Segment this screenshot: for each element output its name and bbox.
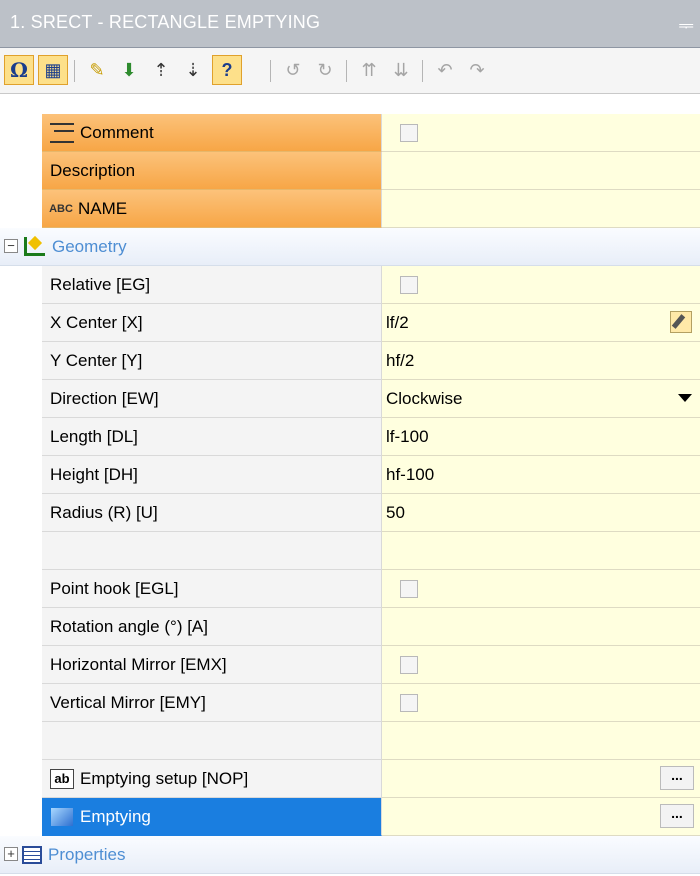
- y-center-field[interactable]: hf/2: [382, 342, 700, 380]
- direction-label: Direction [EW]: [50, 388, 159, 408]
- sort-up-icon[interactable]: ⇈: [354, 55, 384, 85]
- comment-value-cell[interactable]: [382, 114, 700, 152]
- row-vertical-mirror: Vertical Mirror [EMY]: [0, 684, 700, 722]
- length-label: Length [DL]: [50, 426, 138, 446]
- length-field[interactable]: lf-100: [382, 418, 700, 456]
- horizontal-mirror-checkbox[interactable]: [400, 655, 418, 674]
- pin-icon[interactable]: ᆕ: [678, 12, 694, 37]
- emptying-setup-label: Emptying setup [NOP]: [80, 768, 249, 788]
- section-geometry[interactable]: − Geometry: [0, 228, 700, 266]
- expand-icon[interactable]: +: [4, 847, 18, 861]
- x-center-label: X Center [X]: [50, 312, 143, 332]
- new-icon[interactable]: ✎: [82, 55, 112, 85]
- row-point-hook: Point hook [EGL]: [0, 570, 700, 608]
- import-icon[interactable]: ⬇: [114, 55, 144, 85]
- direction-select[interactable]: Clockwise: [382, 380, 700, 418]
- comment-label: Comment: [80, 122, 154, 142]
- y-center-value: hf/2: [386, 350, 415, 370]
- row-name: ABC NAME: [0, 190, 700, 228]
- emptying-setup-browse-button[interactable]: ...: [660, 766, 694, 790]
- rotate-left-icon[interactable]: ↺: [278, 55, 308, 85]
- row-relative: Relative [EG]: [0, 266, 700, 304]
- name-label-cell[interactable]: ABC NAME: [42, 190, 382, 228]
- properties-label: Properties: [48, 844, 126, 864]
- toolbar-separator: [270, 60, 271, 82]
- emptying-label: Emptying: [80, 806, 151, 826]
- radius-field[interactable]: 50: [382, 494, 700, 532]
- toolbar-separator: [74, 60, 75, 82]
- vertical-mirror-label: Vertical Mirror [EMY]: [50, 692, 206, 712]
- row-y-center: Y Center [Y] hf/2: [0, 342, 700, 380]
- radius-label: Radius (R) [U]: [50, 502, 158, 522]
- undo-icon[interactable]: ↶: [430, 55, 460, 85]
- row-x-center: X Center [X] lf/2: [0, 304, 700, 342]
- row-radius: Radius (R) [U] 50: [0, 494, 700, 532]
- row-emptying: Emptying ...: [0, 798, 700, 836]
- toolbar-separator: [422, 60, 423, 82]
- vertical-mirror-checkbox[interactable]: [400, 693, 418, 712]
- window-titlebar: 1. SRECT - RECTANGLE EMPTYING ᆕ: [0, 0, 700, 48]
- rotation-angle-label: Rotation angle (°) [A]: [50, 616, 208, 636]
- row-emptying-setup: ab Emptying setup [NOP] ...: [0, 760, 700, 798]
- height-label: Height [DH]: [50, 464, 138, 484]
- name-label: NAME: [78, 198, 128, 218]
- toolbar: Ω ▦ ✎ ⬇ ⇡ ⇣ ? ↺ ↻ ⇈ ⇊ ↶ ↷: [0, 48, 700, 94]
- spacer-row: [0, 722, 700, 760]
- relative-label: Relative [EG]: [50, 274, 151, 294]
- geometry-label: Geometry: [52, 236, 127, 256]
- emptying-setup-field[interactable]: ...: [382, 760, 700, 798]
- description-label-cell[interactable]: Description: [42, 152, 382, 190]
- chevron-down-icon[interactable]: [674, 388, 696, 408]
- window-title: 1. SRECT - RECTANGLE EMPTYING: [10, 12, 321, 32]
- row-direction: Direction [EW] Clockwise: [0, 380, 700, 418]
- redo-icon[interactable]: ↷: [462, 55, 492, 85]
- rotate-right-icon[interactable]: ↻: [310, 55, 340, 85]
- grid-icon[interactable]: ▦: [38, 55, 68, 85]
- row-description: Description: [0, 152, 700, 190]
- radius-value: 50: [386, 502, 405, 522]
- text-field-icon: ab: [50, 768, 74, 789]
- emptying-browse-button[interactable]: ...: [660, 804, 694, 828]
- omega-icon[interactable]: Ω: [4, 55, 34, 85]
- length-value: lf-100: [386, 426, 429, 446]
- row-horizontal-mirror: Horizontal Mirror [EMX]: [0, 646, 700, 684]
- point-hook-label: Point hook [EGL]: [50, 578, 179, 598]
- toolbar-separator: [346, 60, 347, 82]
- section-properties[interactable]: + Properties: [0, 836, 700, 874]
- relative-checkbox[interactable]: [400, 275, 418, 294]
- comment-lines-icon: [50, 122, 74, 143]
- row-rotation-angle: Rotation angle (°) [A]: [0, 608, 700, 646]
- emptying-field[interactable]: ...: [382, 798, 700, 836]
- help-icon[interactable]: ?: [212, 55, 242, 85]
- y-center-label: Y Center [Y]: [50, 350, 143, 370]
- spacer-row: [0, 532, 700, 570]
- description-value-cell[interactable]: [382, 152, 700, 190]
- comment-label-cell[interactable]: Comment: [42, 114, 382, 152]
- x-center-field[interactable]: lf/2: [382, 304, 700, 342]
- rotation-angle-field[interactable]: [382, 608, 700, 646]
- description-label: Description: [50, 160, 136, 180]
- edit-expression-icon[interactable]: [670, 311, 692, 333]
- horizontal-mirror-label: Horizontal Mirror [EMX]: [50, 654, 227, 674]
- point-hook-checkbox[interactable]: [400, 579, 418, 598]
- geometry-icon: [22, 236, 46, 258]
- row-length: Length [DL] lf-100: [0, 418, 700, 456]
- collapse-icon[interactable]: −: [4, 239, 18, 253]
- sort-down-icon[interactable]: ⇊: [386, 55, 416, 85]
- property-grid: Comment Description ABC NAME − Geometry …: [0, 94, 700, 876]
- emptying-label-cell[interactable]: Emptying: [42, 798, 382, 836]
- move-down-icon[interactable]: ⇣: [178, 55, 208, 85]
- height-value: hf-100: [386, 464, 435, 484]
- row-comment: Comment: [0, 114, 700, 152]
- x-center-value: lf/2: [386, 312, 409, 332]
- direction-value: Clockwise: [386, 388, 463, 408]
- height-field[interactable]: hf-100: [382, 456, 700, 494]
- move-up-icon[interactable]: ⇡: [146, 55, 176, 85]
- name-value-cell[interactable]: [382, 190, 700, 228]
- properties-table-icon: [22, 845, 42, 864]
- abc-icon: ABC: [49, 202, 73, 215]
- comment-checkbox[interactable]: [400, 123, 418, 142]
- row-height: Height [DH] hf-100: [0, 456, 700, 494]
- emptying-tool-icon: [50, 807, 74, 827]
